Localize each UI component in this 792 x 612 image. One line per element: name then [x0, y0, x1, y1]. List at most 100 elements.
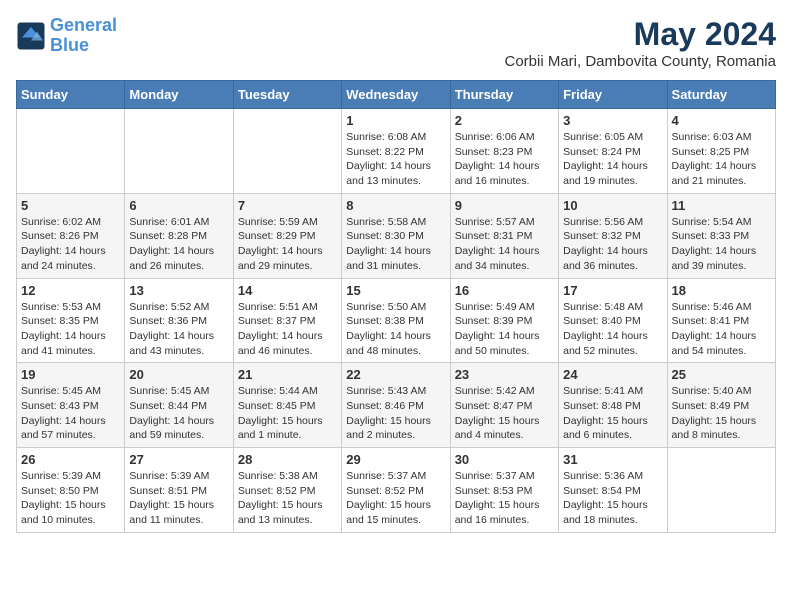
day-info: Sunrise: 6:08 AMSunset: 8:22 PMDaylight:… — [346, 130, 445, 189]
calendar-cell: 30 Sunrise: 5:37 AMSunset: 8:53 PMDayligh… — [450, 448, 558, 533]
weekday-header-sunday: Sunday — [17, 81, 125, 109]
day-info: Sunrise: 5:50 AMSunset: 8:38 PMDaylight:… — [346, 300, 445, 359]
day-number: 14 — [238, 283, 337, 298]
day-info: Sunrise: 6:05 AMSunset: 8:24 PMDaylight:… — [563, 130, 662, 189]
day-info: Sunrise: 5:58 AMSunset: 8:30 PMDaylight:… — [346, 215, 445, 274]
day-info: Sunrise: 6:06 AMSunset: 8:23 PMDaylight:… — [455, 130, 554, 189]
day-number: 1 — [346, 113, 445, 128]
calendar-cell: 31 Sunrise: 5:36 AMSunset: 8:54 PMDayligh… — [559, 448, 667, 533]
calendar-cell: 16Sunrise: 5:49 AMSunset: 8:39 PMDayligh… — [450, 278, 558, 363]
day-number: 17 — [563, 283, 662, 298]
day-number: 23 — [455, 367, 554, 382]
weekday-header-tuesday: Tuesday — [233, 81, 341, 109]
day-info: Sunrise: 5:45 AMSunset: 8:44 PMDaylight:… — [129, 384, 228, 443]
calendar-cell: 3Sunrise: 6:05 AMSunset: 8:24 PMDaylight… — [559, 109, 667, 194]
subtitle: Corbii Mari, Dambovita County, Romania — [505, 53, 777, 70]
day-info: Sunrise: 5:48 AMSunset: 8:40 PMDaylight:… — [563, 300, 662, 359]
calendar-cell: 26 Sunrise: 5:39 AMSunset: 8:50 PMDayligh… — [17, 448, 125, 533]
day-number: 12 — [21, 283, 120, 298]
day-number: 22 — [346, 367, 445, 382]
calendar-cell: 29 Sunrise: 5:37 AMSunset: 8:52 PMDayligh… — [342, 448, 450, 533]
day-number: 10 — [563, 198, 662, 213]
logo-general: General — [50, 15, 117, 35]
calendar-cell: 7Sunrise: 5:59 AMSunset: 8:29 PMDaylight… — [233, 193, 341, 278]
calendar-cell: 9 Sunrise: 5:57 AMSunset: 8:31 PMDaylight… — [450, 193, 558, 278]
day-number: 26 — [21, 452, 120, 467]
day-number: 20 — [129, 367, 228, 382]
day-number: 9 — [455, 198, 554, 213]
day-info: Sunrise: 5:56 AMSunset: 8:32 PMDaylight:… — [563, 215, 662, 274]
main-title: May 2024 — [505, 16, 777, 53]
day-number: 2 — [455, 113, 554, 128]
day-info: Sunrise: 6:01 AMSunset: 8:28 PMDaylight:… — [129, 215, 228, 274]
weekday-header-thursday: Thursday — [450, 81, 558, 109]
calendar-cell: 20 Sunrise: 5:45 AMSunset: 8:44 PMDayligh… — [125, 363, 233, 448]
day-info: Sunrise: 5:40 AMSunset: 8:49 PMDaylight:… — [672, 384, 771, 443]
calendar-cell: 17 Sunrise: 5:48 AMSunset: 8:40 PMDayligh… — [559, 278, 667, 363]
day-number: 19 — [21, 367, 120, 382]
day-info: Sunrise: 5:37 AMSunset: 8:52 PMDaylight:… — [346, 469, 445, 528]
day-info: Sunrise: 5:42 AMSunset: 8:47 PMDaylight:… — [455, 384, 554, 443]
day-info: Sunrise: 5:52 AMSunset: 8:36 PMDaylight:… — [129, 300, 228, 359]
calendar-week-2: 5 Sunrise: 6:02 AMSunset: 8:26 PMDaylight… — [17, 193, 776, 278]
calendar-cell: 1 Sunrise: 6:08 AMSunset: 8:22 PMDaylight… — [342, 109, 450, 194]
day-info: Sunrise: 5:59 AMSunset: 8:29 PMDaylight:… — [238, 215, 337, 274]
calendar-cell: 14 Sunrise: 5:51 AMSunset: 8:37 PMDayligh… — [233, 278, 341, 363]
day-number: 5 — [21, 198, 120, 213]
day-info: Sunrise: 5:57 AMSunset: 8:31 PMDaylight:… — [455, 215, 554, 274]
day-info: Sunrise: 6:03 AMSunset: 8:25 PMDaylight:… — [672, 130, 771, 189]
day-number: 25 — [672, 367, 771, 382]
calendar-week-4: 19 Sunrise: 5:45 AMSunset: 8:43 PMDayligh… — [17, 363, 776, 448]
calendar-cell — [17, 109, 125, 194]
calendar-cell: 28Sunrise: 5:38 AMSunset: 8:52 PMDayligh… — [233, 448, 341, 533]
calendar-cell: 25 Sunrise: 5:40 AMSunset: 8:49 PMDayligh… — [667, 363, 775, 448]
calendar-cell: 22 Sunrise: 5:43 AMSunset: 8:46 PMDayligh… — [342, 363, 450, 448]
day-number: 28 — [238, 452, 337, 467]
calendar-week-3: 12Sunrise: 5:53 AMSunset: 8:35 PMDayligh… — [17, 278, 776, 363]
calendar-cell: 27Sunrise: 5:39 AMSunset: 8:51 PMDayligh… — [125, 448, 233, 533]
calendar-cell — [125, 109, 233, 194]
day-number: 4 — [672, 113, 771, 128]
day-info: Sunrise: 6:02 AMSunset: 8:26 PMDaylight:… — [21, 215, 120, 274]
day-number: 29 — [346, 452, 445, 467]
logo-blue: Blue — [50, 35, 89, 55]
weekday-header-monday: Monday — [125, 81, 233, 109]
day-info: Sunrise: 5:45 AMSunset: 8:43 PMDaylight:… — [21, 384, 120, 443]
calendar-cell: 5 Sunrise: 6:02 AMSunset: 8:26 PMDaylight… — [17, 193, 125, 278]
weekday-header-friday: Friday — [559, 81, 667, 109]
day-number: 31 — [563, 452, 662, 467]
day-info: Sunrise: 5:37 AMSunset: 8:53 PMDaylight:… — [455, 469, 554, 528]
calendar-cell — [233, 109, 341, 194]
day-info: Sunrise: 5:49 AMSunset: 8:39 PMDaylight:… — [455, 300, 554, 359]
day-info: Sunrise: 5:43 AMSunset: 8:46 PMDaylight:… — [346, 384, 445, 443]
calendar-body: 1 Sunrise: 6:08 AMSunset: 8:22 PMDaylight… — [17, 109, 776, 533]
calendar-cell: 15 Sunrise: 5:50 AMSunset: 8:38 PMDayligh… — [342, 278, 450, 363]
calendar-header: SundayMondayTuesdayWednesdayThursdayFrid… — [17, 81, 776, 109]
calendar-week-1: 1 Sunrise: 6:08 AMSunset: 8:22 PMDaylight… — [17, 109, 776, 194]
page-header: General Blue May 2024 Corbii Mari, Dambo… — [16, 16, 776, 70]
day-info: Sunrise: 5:36 AMSunset: 8:54 PMDaylight:… — [563, 469, 662, 528]
calendar-cell: 19 Sunrise: 5:45 AMSunset: 8:43 PMDayligh… — [17, 363, 125, 448]
day-info: Sunrise: 5:39 AMSunset: 8:51 PMDaylight:… — [129, 469, 228, 528]
calendar-cell: 10 Sunrise: 5:56 AMSunset: 8:32 PMDayligh… — [559, 193, 667, 278]
weekday-header-saturday: Saturday — [667, 81, 775, 109]
day-number: 24 — [563, 367, 662, 382]
calendar-cell — [667, 448, 775, 533]
calendar-cell: 24Sunrise: 5:41 AMSunset: 8:48 PMDayligh… — [559, 363, 667, 448]
logo: General Blue — [16, 16, 117, 56]
day-number: 30 — [455, 452, 554, 467]
weekday-header-row: SundayMondayTuesdayWednesdayThursdayFrid… — [17, 81, 776, 109]
day-info: Sunrise: 5:39 AMSunset: 8:50 PMDaylight:… — [21, 469, 120, 528]
calendar-cell: 12Sunrise: 5:53 AMSunset: 8:35 PMDayligh… — [17, 278, 125, 363]
day-info: Sunrise: 5:51 AMSunset: 8:37 PMDaylight:… — [238, 300, 337, 359]
calendar-cell: 21Sunrise: 5:44 AMSunset: 8:45 PMDayligh… — [233, 363, 341, 448]
calendar-cell: 4 Sunrise: 6:03 AMSunset: 8:25 PMDaylight… — [667, 109, 775, 194]
day-number: 15 — [346, 283, 445, 298]
day-info: Sunrise: 5:46 AMSunset: 8:41 PMDaylight:… — [672, 300, 771, 359]
day-info: Sunrise: 5:44 AMSunset: 8:45 PMDaylight:… — [238, 384, 337, 443]
day-number: 6 — [129, 198, 228, 213]
calendar-cell: 6 Sunrise: 6:01 AMSunset: 8:28 PMDaylight… — [125, 193, 233, 278]
day-number: 11 — [672, 198, 771, 213]
day-number: 18 — [672, 283, 771, 298]
calendar-cell: 23 Sunrise: 5:42 AMSunset: 8:47 PMDayligh… — [450, 363, 558, 448]
